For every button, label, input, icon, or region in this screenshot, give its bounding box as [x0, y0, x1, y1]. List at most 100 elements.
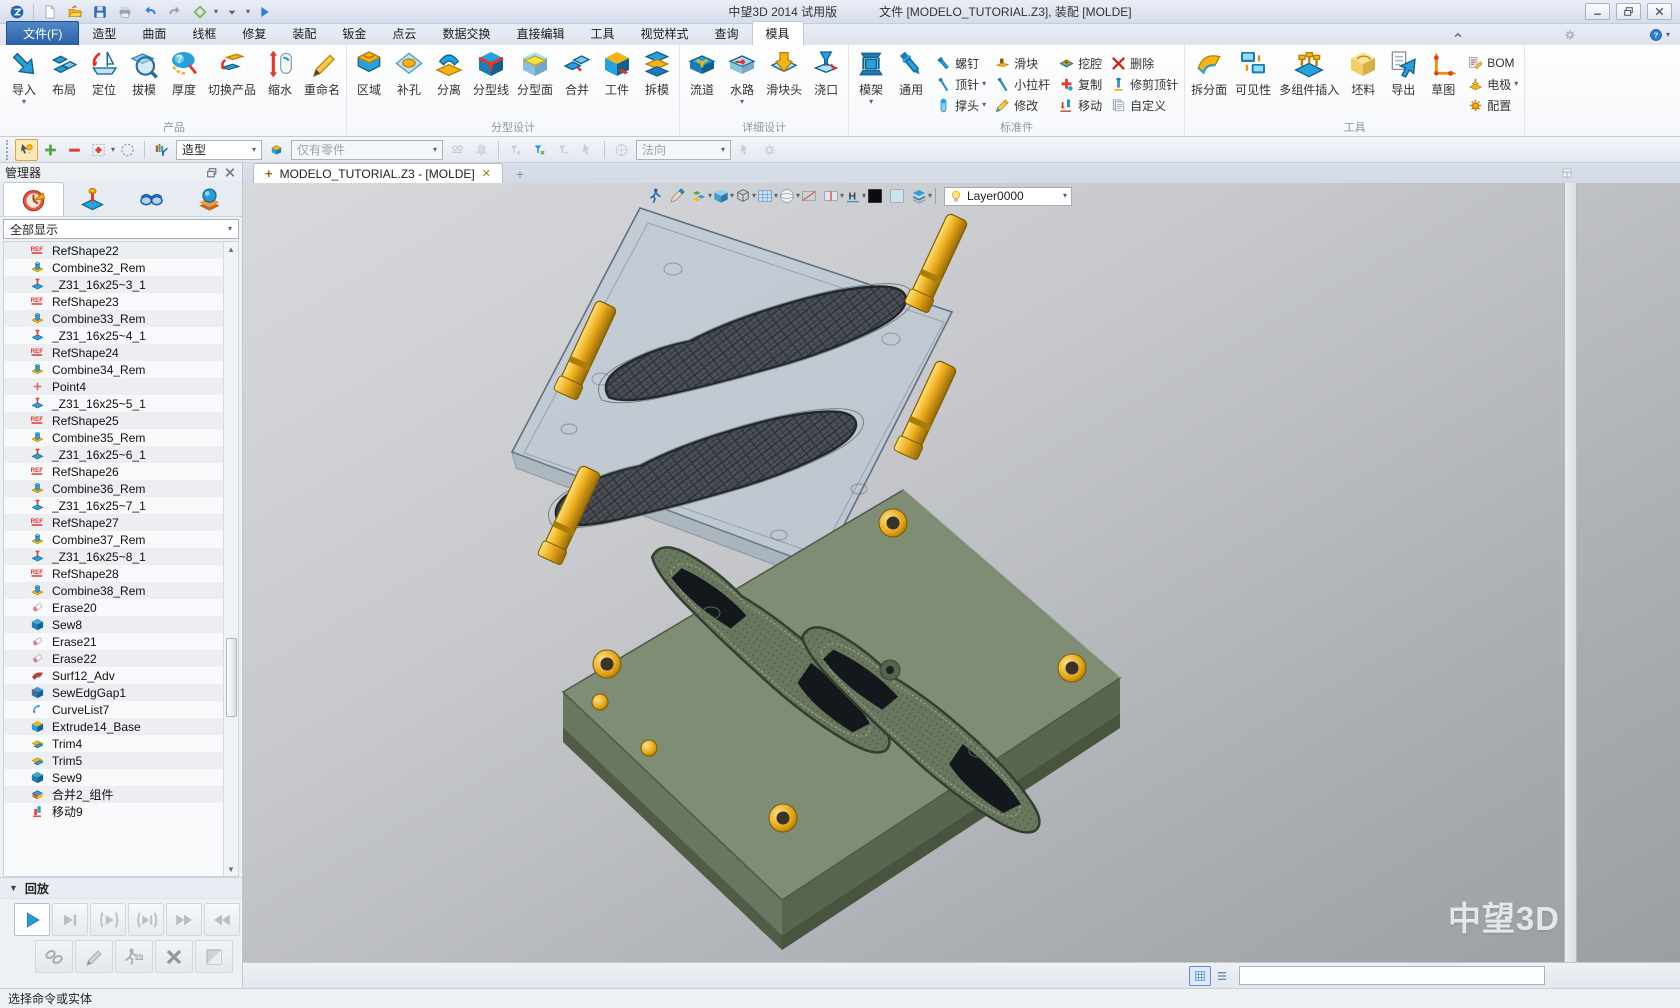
ribbon-button-BOM[interactable]: BOM [1467, 54, 1518, 73]
tree-item-_Z31_16x25~3_1[interactable]: _Z31_16x25~3_1 [4, 276, 223, 293]
ribbon-button-合并[interactable]: 合并 [557, 45, 597, 121]
brush-button[interactable] [667, 186, 688, 206]
tree-item-Erase22[interactable]: Erase22 [4, 650, 223, 667]
clip-b-button[interactable]: ▾ [821, 186, 842, 206]
walk-button[interactable] [645, 186, 666, 206]
ribbon-button-分型面[interactable]: 分型面 [513, 45, 557, 121]
paren-play-button[interactable] [90, 903, 126, 936]
tab-装配[interactable]: 装配 [279, 22, 329, 45]
window-layout-icon[interactable] [1559, 165, 1575, 181]
tree-item-_Z31_16x25~7_1[interactable]: _Z31_16x25~7_1 [4, 497, 223, 514]
tree-item-Combine37_Rem[interactable]: Combine37_Rem [4, 531, 223, 548]
ribbon-button-撑头[interactable]: 撑头▾ [935, 96, 986, 115]
half-section-button[interactable]: H▾ [843, 186, 864, 206]
ribbon-button-布局[interactable]: 布局 [44, 45, 84, 121]
grid-toggle-button[interactable] [1189, 966, 1211, 986]
shapes-button[interactable]: ▾ [689, 186, 710, 206]
tab-模具[interactable]: 模具 [752, 21, 804, 46]
tree-item-RefShape23[interactable]: REFRefShape23 [4, 293, 223, 310]
link-button[interactable] [35, 940, 73, 973]
ribbon-button-挖腔[interactable]: 挖腔 [1058, 54, 1102, 73]
orient-icon[interactable] [610, 139, 633, 161]
ribbon-button-定位[interactable]: 定位 [84, 45, 124, 121]
ribbon-button-可见性[interactable]: 可见性 [1231, 45, 1275, 121]
ribbon-button-通用[interactable]: 通用 [891, 45, 931, 121]
tree-item-Combine32_Rem[interactable]: Combine32_Rem [4, 259, 223, 276]
list-toggle-button[interactable] [1211, 966, 1233, 986]
min-button[interactable] [1585, 3, 1610, 20]
step-end-button[interactable] [52, 903, 88, 936]
collapse-ribbon-icon[interactable] [1448, 26, 1468, 44]
tree-item-_Z31_16x25~6_1[interactable]: _Z31_16x25~6_1 [4, 446, 223, 463]
restore-button[interactable] [1616, 3, 1641, 20]
tab-视觉样式[interactable]: 视觉样式 [627, 22, 701, 45]
tab-工具[interactable]: 工具 [577, 22, 627, 45]
ribbon-button-滑块[interactable]: 滑块 [994, 54, 1050, 73]
ribbon-button-多组件插入[interactable]: 多组件插入 [1275, 45, 1343, 121]
tree-item-RefShape28[interactable]: REFRefShape28 [4, 565, 223, 582]
filter-b-icon[interactable] [528, 139, 551, 161]
tree-item-Sew8[interactable]: Sew8 [4, 616, 223, 633]
ribbon-button-草图[interactable]: 草图 [1423, 45, 1463, 121]
manager-tab-assembly[interactable] [64, 182, 123, 216]
filter-c-icon[interactable] [552, 139, 575, 161]
tree-item-_Z31_16x25~8_1[interactable]: _Z31_16x25~8_1 [4, 548, 223, 565]
ribbon-button-水路[interactable]: 水路▾ [722, 45, 762, 121]
tree-item-Trim4[interactable]: Trim4 [4, 735, 223, 752]
tree-item-Combine33_Rem[interactable]: Combine33_Rem [4, 310, 223, 327]
ribbon-button-区域[interactable]: 区域 [349, 45, 389, 121]
panel-restore-icon[interactable] [205, 166, 219, 179]
tree-filter-combo[interactable]: 全部显示 ▾ [3, 219, 239, 239]
layers-button[interactable]: ▾ [909, 186, 930, 206]
snapshot-button[interactable] [195, 940, 233, 973]
ribbon-button-导出[interactable]: 导出 [1383, 45, 1423, 121]
remove-red-icon[interactable] [63, 139, 86, 161]
tab-查询[interactable]: 查询 [702, 22, 752, 45]
ribbon-button-流道[interactable]: 流道 [682, 45, 722, 121]
paren-play2-button[interactable] [128, 903, 164, 936]
close-button[interactable] [1647, 3, 1672, 20]
tab-close-icon[interactable]: ✕ [482, 167, 491, 180]
del-x-button[interactable] [155, 940, 193, 973]
redo-icon[interactable] [164, 2, 186, 22]
ribbon-button-导入[interactable]: 导入▾ [4, 45, 44, 121]
tree-item-RefShape26[interactable]: REFRefShape26 [4, 463, 223, 480]
ribbon-button-小拉杆[interactable]: 小拉杆 [994, 75, 1050, 94]
tree-item-RefShape25[interactable]: REFRefShape25 [4, 412, 223, 429]
ribbon-button-自定义[interactable]: 自定义 [1110, 96, 1178, 115]
tree-item-Point4[interactable]: Point4 [4, 378, 223, 395]
tab-文件(F)[interactable]: 文件(F) [6, 21, 79, 45]
ribbon-button-螺钉[interactable]: 螺钉 [935, 54, 986, 73]
tree-item-合并2_组件[interactable]: 合并2_组件 [4, 786, 223, 803]
debug-button[interactable] [115, 940, 153, 973]
tree-item-Sew9[interactable]: Sew9 [4, 769, 223, 786]
pick-arrow-icon[interactable] [576, 139, 599, 161]
scroll-thumb[interactable] [226, 638, 237, 717]
ribbon-button-拆模[interactable]: 拆模 [637, 45, 677, 121]
ff-button[interactable] [166, 903, 202, 936]
tab-造型[interactable]: 造型 [79, 22, 129, 45]
tree-item-Erase21[interactable]: Erase21 [4, 633, 223, 650]
ribbon-button-复制[interactable]: 复制 [1058, 75, 1102, 94]
tab-点云[interactable]: 点云 [379, 22, 429, 45]
ribbon-button-浇口[interactable]: 浇口 [806, 45, 846, 121]
tree-item-RefShape24[interactable]: REFRefShape24 [4, 344, 223, 361]
bell-icon[interactable] [470, 139, 493, 161]
help-icon[interactable]: ? [1646, 26, 1666, 44]
open-file-icon[interactable] [64, 2, 86, 22]
ribbon-button-厚度[interactable]: ?厚度 [164, 45, 204, 121]
viewport-right-scrollbar[interactable] [1564, 183, 1577, 962]
ribbon-button-滑块头[interactable]: 滑块头 [762, 45, 806, 121]
tree-item-_Z31_16x25~5_1[interactable]: _Z31_16x25~5_1 [4, 395, 223, 412]
view-manager-icon[interactable] [189, 2, 211, 22]
undo-icon[interactable] [139, 2, 161, 22]
swatch-blue-button[interactable] [887, 186, 908, 206]
filter-type-combo[interactable]: 造型▾ [176, 140, 262, 160]
ribbon-button-修改[interactable]: 修改 [994, 96, 1050, 115]
save-icon[interactable] [89, 2, 111, 22]
tab-曲面[interactable]: 曲面 [129, 22, 179, 45]
tab-钣金[interactable]: 钣金 [329, 22, 379, 45]
tab-数据交换[interactable]: 数据交换 [429, 22, 503, 45]
ribbon-button-电极[interactable]: 电极▾ [1467, 75, 1518, 94]
new-tab-button[interactable]: + [507, 165, 533, 183]
